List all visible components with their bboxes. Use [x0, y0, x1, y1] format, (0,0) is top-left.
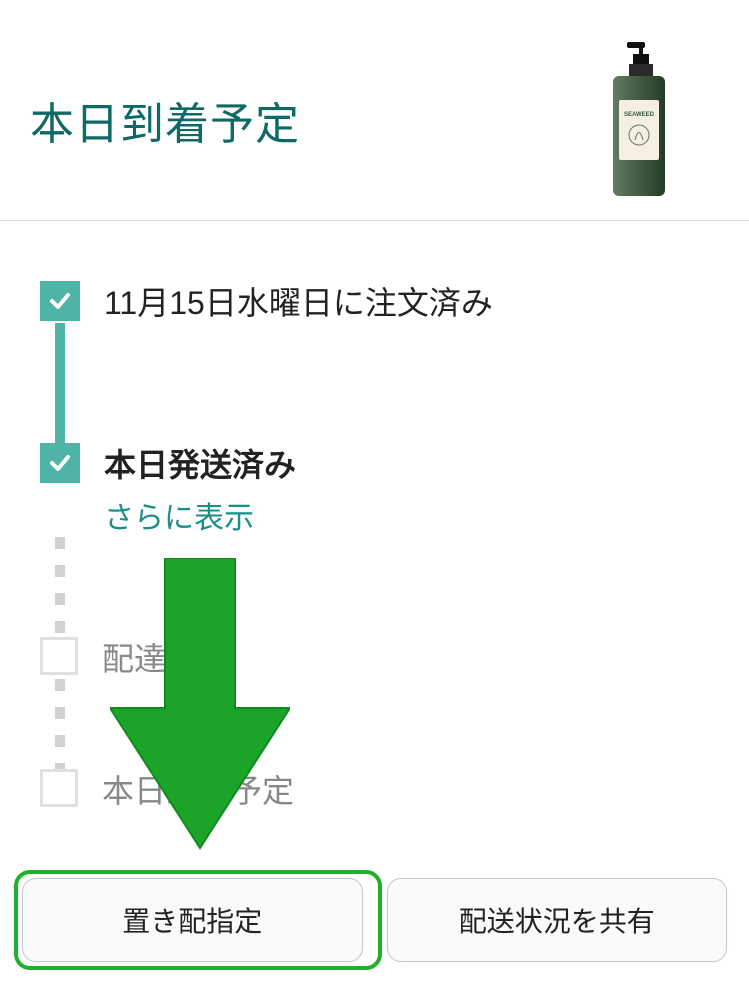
- step-title: 本日到着予定: [102, 771, 719, 811]
- step-title: 配達中: [102, 639, 719, 679]
- header: 本日到着予定 SEAWEED: [0, 0, 749, 221]
- action-bar: 置き配指定 配送状況を共有: [0, 878, 749, 962]
- connector-dashed: [55, 537, 65, 637]
- share-status-button[interactable]: 配送状況を共有: [387, 878, 728, 962]
- connector-dashed: [55, 679, 65, 769]
- page-title: 本日到着予定: [30, 88, 300, 152]
- pending-box-icon: [40, 769, 78, 807]
- timeline-step: 本日発送済み さらに表示: [40, 443, 719, 537]
- timeline-step: 本日到着予定: [40, 769, 719, 811]
- bottle-icon: SEAWEED: [599, 40, 669, 200]
- step-body: 配達中: [102, 637, 719, 679]
- check-icon: [40, 443, 80, 483]
- step-title: 本日発送済み: [104, 445, 719, 485]
- step-title: 11月15日水曜日に注文済み: [104, 283, 719, 323]
- show-more-link[interactable]: さらに表示: [104, 493, 254, 537]
- pending-box-icon: [40, 637, 78, 675]
- step-body: 本日発送済み さらに表示: [104, 443, 719, 537]
- timeline-step: 11月15日水曜日に注文済み: [40, 281, 719, 323]
- step-body: 本日到着予定: [102, 769, 719, 811]
- timeline-step: 配達中: [40, 637, 719, 679]
- product-thumbnail[interactable]: SEAWEED: [599, 40, 669, 200]
- leave-at-door-button[interactable]: 置き配指定: [22, 878, 363, 962]
- connector-solid: [55, 323, 65, 443]
- check-icon: [40, 281, 80, 321]
- product-label-text: SEAWEED: [624, 112, 655, 118]
- step-body: 11月15日水曜日に注文済み: [104, 281, 719, 323]
- delivery-timeline: 11月15日水曜日に注文済み 本日発送済み さらに表示 配達中 本日到着予定: [0, 221, 749, 841]
